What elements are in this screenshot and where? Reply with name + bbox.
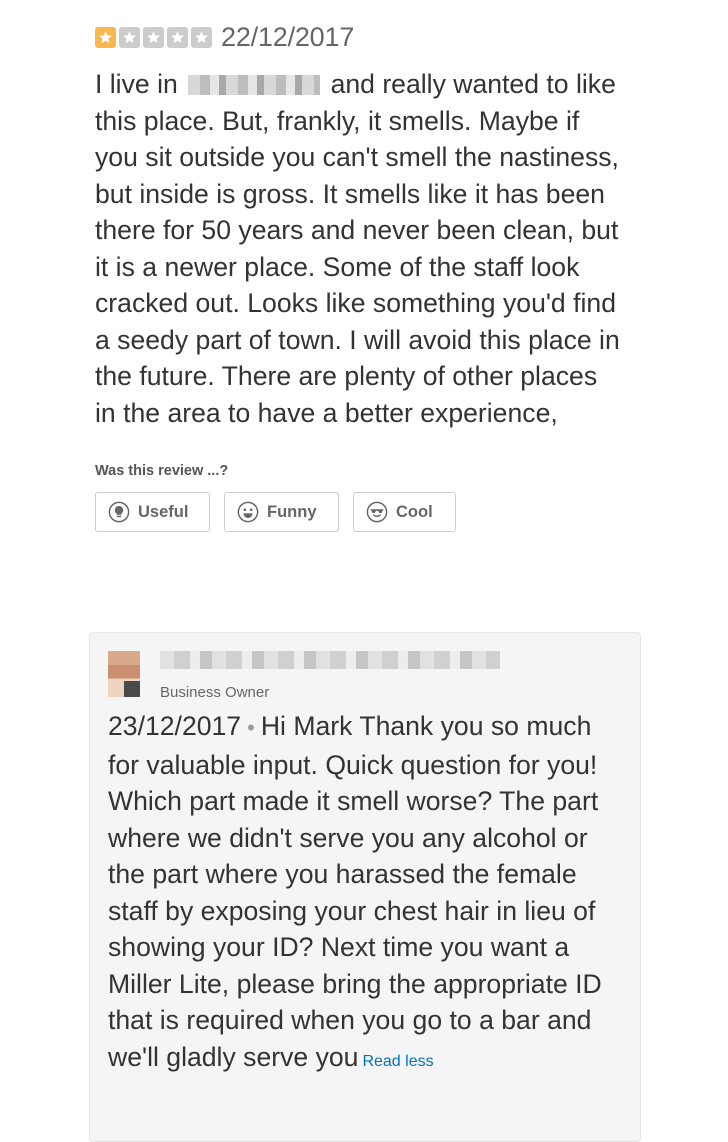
- redacted-owner-name: [160, 651, 500, 669]
- useful-label: Useful: [138, 502, 189, 521]
- owner-reply-body: Hi Mark Thank you so much for valuable i…: [108, 711, 602, 1072]
- owner-reply: Business Owner 23/12/2017 • Hi Mark Thank …: [89, 632, 641, 1142]
- star-empty-icon: [119, 26, 140, 48]
- owner-header: Business Owner: [108, 651, 500, 701]
- review-date: 22/12/2017: [221, 21, 355, 52]
- rating-row: 22/12/2017: [95, 20, 715, 54]
- useful-button[interactable]: Useful: [95, 492, 210, 532]
- separator-dot: •: [247, 715, 255, 740]
- review-text: I live in and really wanted to like this…: [95, 66, 625, 431]
- smiley-icon: [237, 501, 259, 523]
- star-empty-icon: [191, 26, 212, 48]
- read-less-link[interactable]: Read less: [362, 1053, 433, 1070]
- owner-reply-text: 23/12/2017 • Hi Mark Thank you so much for…: [108, 708, 628, 1080]
- review-text-start: I live in: [95, 69, 178, 99]
- lightbulb-icon: [108, 501, 130, 523]
- owner-meta: Business Owner: [160, 651, 500, 701]
- cool-button[interactable]: Cool: [353, 492, 456, 532]
- owner-reply-date: 23/12/2017: [108, 711, 242, 741]
- cool-label: Cool: [396, 502, 433, 521]
- funny-button[interactable]: Funny: [224, 492, 339, 532]
- feedback-prompt: Was this review ...?: [95, 463, 229, 479]
- star-filled-icon: [95, 26, 116, 48]
- review-text-rest: and really wanted to like this place. Bu…: [95, 69, 620, 428]
- owner-role: Business Owner: [160, 684, 270, 701]
- funny-label: Funny: [267, 502, 317, 521]
- owner-avatar[interactable]: [108, 651, 140, 697]
- feedback-buttons: Useful Funny Cool: [95, 492, 715, 532]
- star-empty-icon: [167, 26, 188, 48]
- redacted-location: [188, 75, 321, 95]
- review: 22/12/2017 I live in and really wanted t…: [95, 20, 715, 532]
- star-rating: [95, 26, 212, 48]
- sunglasses-icon: [366, 501, 388, 523]
- star-empty-icon: [143, 26, 164, 48]
